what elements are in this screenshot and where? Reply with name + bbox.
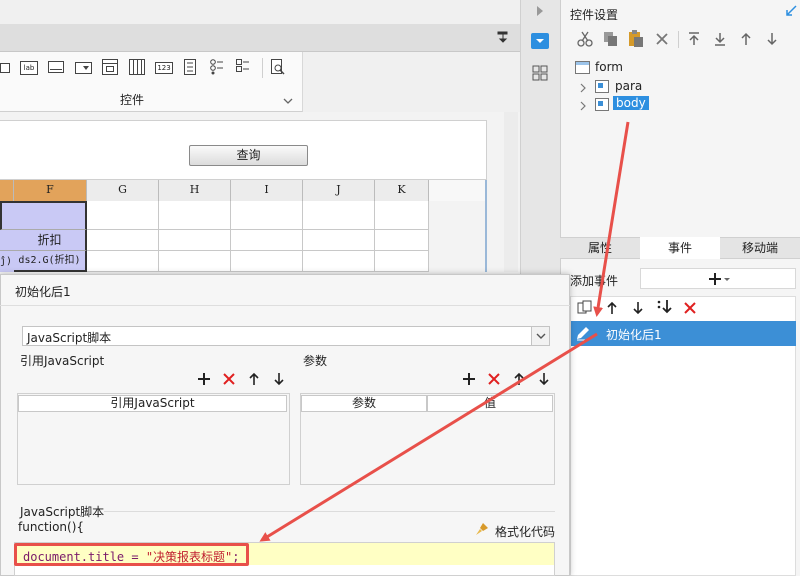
arrow-body-to-event xyxy=(593,121,630,317)
arrow-event-to-code xyxy=(259,332,598,542)
annotation-arrows xyxy=(259,121,630,542)
